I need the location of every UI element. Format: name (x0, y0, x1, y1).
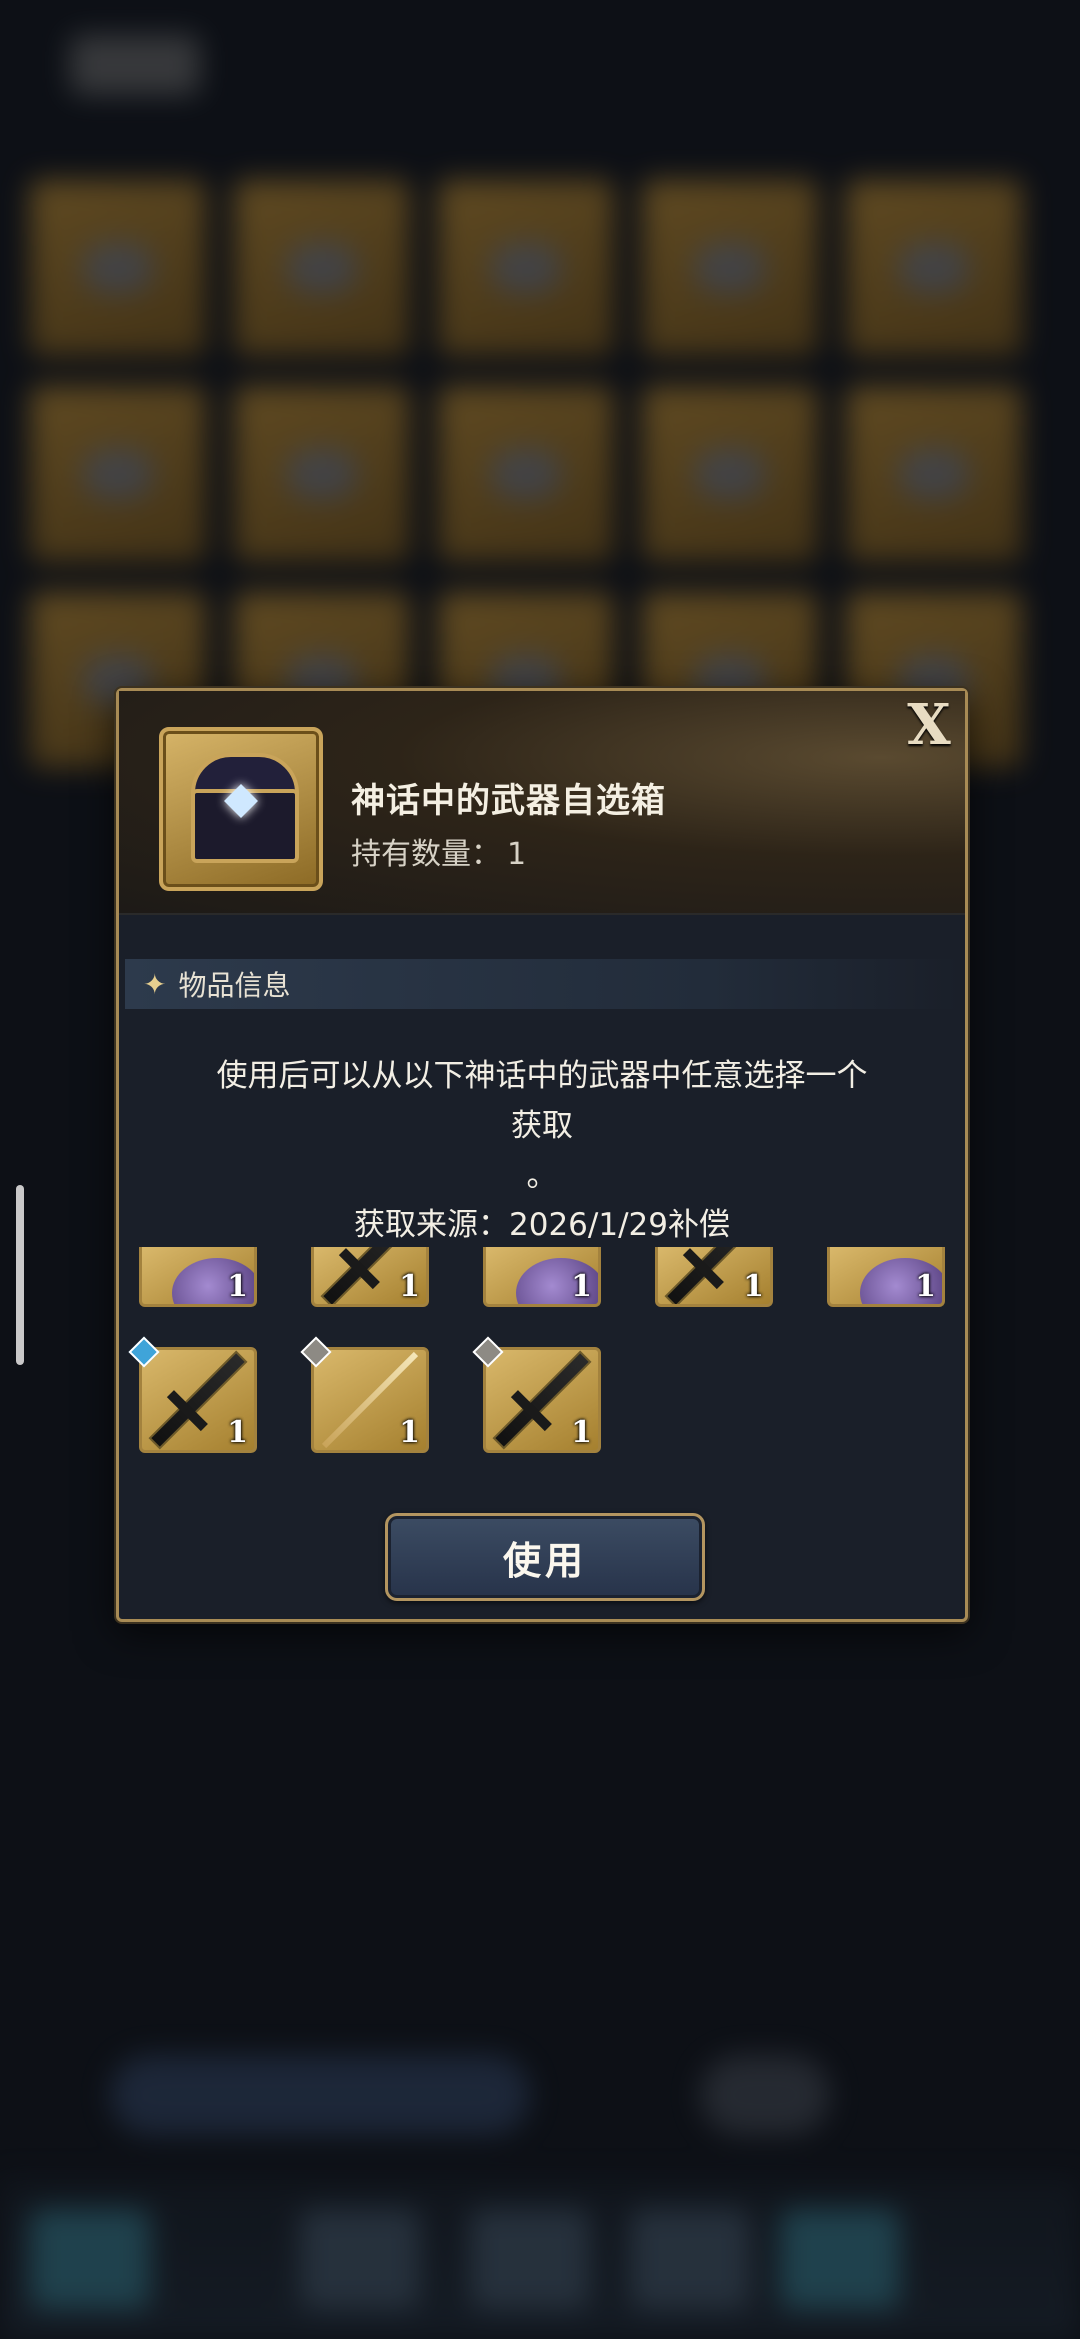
reward-quantity: 1 (399, 1269, 420, 1304)
reward-quantity: 1 (399, 1415, 420, 1450)
background-tile (234, 386, 410, 562)
reward-item-6[interactable]: 1 (139, 1347, 257, 1453)
reward-quantity: 1 (227, 1269, 248, 1304)
reward-item-7[interactable]: 1 (311, 1347, 429, 1453)
background-tile (846, 386, 1022, 562)
close-button[interactable]: X (899, 692, 959, 758)
background-tile (438, 386, 614, 562)
item-description: 使用后可以从以下神话中的武器中任意选择一个 获取 。 (139, 1051, 945, 1201)
reward-item-3[interactable]: 1 (483, 1247, 601, 1307)
section-title: 物品信息 (178, 969, 291, 1002)
description-line: 使用后可以从以下神话中的武器中任意选择一个 (216, 1058, 868, 1094)
background-tile (846, 180, 1022, 356)
background-tab (300, 2209, 420, 2309)
reward-quantity: 1 (915, 1269, 936, 1304)
reward-quantity: 1 (571, 1415, 592, 1450)
side-scroll-handle[interactable] (16, 1185, 24, 1365)
background-tab (470, 2209, 590, 2309)
reward-item-5[interactable]: 1 (827, 1247, 945, 1307)
reward-quantity: 1 (227, 1415, 248, 1450)
item-count-value: 1 (507, 837, 527, 872)
item-source: 获取来源：2026/1/29补偿 (354, 1207, 730, 1243)
background-pill (700, 2055, 830, 2135)
background-tile (30, 386, 206, 562)
background-tab (780, 2209, 900, 2309)
background-topbar (70, 35, 200, 95)
background-tile (30, 180, 206, 356)
use-button[interactable]: 使用 (385, 1513, 705, 1601)
description-line: 获取 (511, 1108, 573, 1144)
reward-item-4[interactable]: 1 (655, 1247, 773, 1307)
sparkle-icon: ✦ (143, 967, 167, 1001)
section-header: ✦ 物品信息 (125, 959, 959, 1009)
background-tile (234, 180, 410, 356)
description-line: 。 (526, 1158, 558, 1194)
reward-item-1[interactable]: 1 (139, 1247, 257, 1307)
reward-item-8[interactable]: 1 (483, 1347, 601, 1453)
reward-list[interactable]: 1 1 1 1 1 1 1 1 (128, 1247, 945, 1547)
reward-quantity: 1 (743, 1269, 764, 1304)
background-tile (438, 180, 614, 356)
background-tab (30, 2209, 150, 2309)
item-name: 神话中的武器自选箱 (351, 781, 666, 821)
background-tab (630, 2209, 750, 2309)
item-info-dialog: 神话中的武器自选箱 持有数量： 1 X ✦ 物品信息 使用后可以从以下神话中的武器… (116, 688, 968, 1622)
reward-item-2[interactable]: 1 (311, 1247, 429, 1307)
treasure-chest-icon (159, 727, 323, 891)
background-item-grid (30, 180, 1050, 768)
item-count-label: 持有数量： (351, 837, 501, 872)
reward-quantity: 1 (571, 1269, 592, 1304)
background-tile (642, 180, 818, 356)
dialog-header: 神话中的武器自选箱 持有数量： 1 X (119, 691, 965, 915)
background-pill (110, 2055, 530, 2135)
background-tile (642, 386, 818, 562)
item-count: 持有数量： 1 (351, 829, 526, 873)
